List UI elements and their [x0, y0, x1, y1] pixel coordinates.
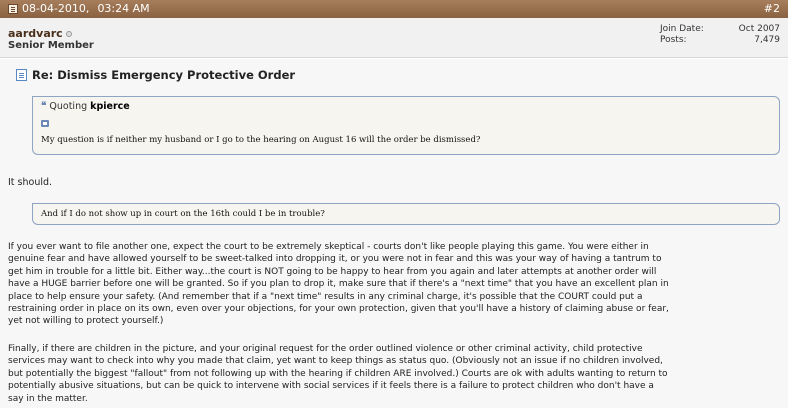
quote-header: ❝ Quoting kpierce: [41, 101, 130, 112]
quote-author: kpierce: [90, 101, 130, 112]
paragraph-line: potentially abusive situations, but can …: [8, 381, 654, 392]
quote-icon: ❝: [41, 101, 47, 112]
posts-label: Posts:: [660, 35, 687, 45]
username-text: aardvarc: [8, 27, 63, 40]
username-link[interactable]: aardvarc: [8, 27, 72, 40]
post-body: Re: Dismiss Emergency Protective Order ❝…: [0, 59, 788, 408]
paragraph-line: genuine fear and have allowed yourself t…: [8, 254, 662, 265]
paragraph-line: place to help ensure your safety. (And r…: [8, 291, 643, 302]
quote-block-1: ❝ Quoting kpierce My question is if neit…: [32, 96, 780, 155]
quote-text-2: And if I do not show up in court on the …: [41, 209, 325, 219]
view-post-icon[interactable]: [41, 120, 49, 127]
posts-row: Posts: 7,479: [660, 35, 780, 46]
post-title-text: Re: Dismiss Emergency Protective Order: [32, 68, 296, 82]
quote-prefix: Quoting: [49, 101, 88, 112]
post-title: Re: Dismiss Emergency Protective Order: [16, 68, 295, 82]
paragraph-1: If you ever want to file another one, ex…: [8, 241, 783, 328]
paragraph-line: If you ever want to file another one, ex…: [8, 242, 649, 252]
paragraph-line: but potentially the biggest "fallout" fr…: [8, 368, 668, 379]
paragraph-line: yet not willing to protect yourself.): [8, 316, 164, 327]
post-date-text: 08-04-2010,: [22, 2, 90, 15]
quote-text-1: My question is if neither my husband or …: [41, 135, 481, 145]
quote-block-2: And if I do not show up in court on the …: [32, 203, 780, 225]
paragraph-line: Finally, if there are children in the pi…: [8, 344, 643, 354]
join-date-label: Join Date:: [660, 24, 704, 34]
join-date-value: Oct 2007: [738, 24, 780, 34]
join-date-row: Join Date: Oct 2007: [660, 24, 780, 35]
offline-status-icon: [65, 30, 72, 37]
post-date: 08-04-2010, 03:24 AM: [8, 0, 150, 18]
paragraph-line: have a HUGE barrier before one will be g…: [8, 279, 669, 290]
paragraph-line: restraining order in place on its own, e…: [8, 304, 669, 315]
post-icon: [8, 4, 18, 14]
user-info-bar: aardvarc Senior Member Join Date: Oct 20…: [0, 18, 788, 58]
paragraph-line: get him in trouble for a little bit. Eit…: [8, 266, 657, 277]
post-header-bar: 08-04-2010, 03:24 AM #2: [0, 0, 788, 18]
paragraph-2: Finally, if there are children in the pi…: [8, 343, 783, 405]
paragraph-line: say in the matter.: [8, 393, 88, 404]
post-number-link[interactable]: #2: [764, 0, 780, 18]
user-title: Senior Member: [8, 40, 94, 51]
posts-value: 7,479: [754, 35, 780, 45]
post-time-text: 03:24 AM: [97, 2, 150, 15]
reply-text-1: It should.: [8, 177, 53, 188]
user-stats: Join Date: Oct 2007 Posts: 7,479: [660, 24, 780, 46]
document-icon: [16, 69, 27, 81]
paragraph-line: services may want to check into why you …: [8, 356, 663, 367]
